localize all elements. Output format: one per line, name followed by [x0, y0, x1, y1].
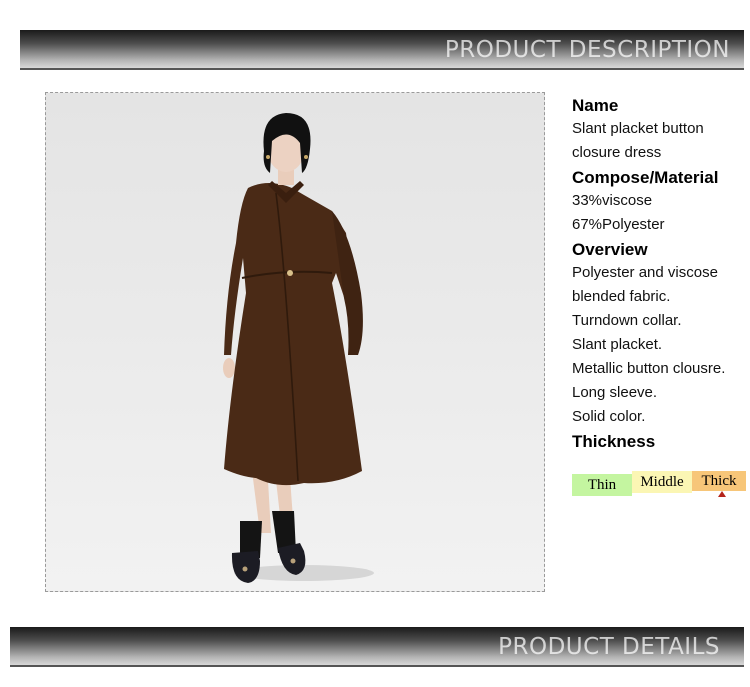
overview-line: Long sleeve.: [572, 384, 658, 401]
name-line: Slant placket button: [572, 120, 704, 137]
overview-line: Polyester and viscose: [572, 264, 718, 281]
name-line: closure dress: [572, 144, 662, 161]
name-heading: Name: [572, 96, 619, 115]
material-line: 67%Polyester: [572, 216, 665, 233]
product-description-title: PRODUCT DESCRIPTION: [444, 37, 730, 63]
thickness-middle: Middle: [632, 471, 692, 493]
product-details-banner: PRODUCT DETAILS: [10, 627, 744, 667]
model-illustration: [223, 113, 374, 583]
product-details-title: PRODUCT DETAILS: [498, 634, 720, 660]
thickness-heading: Thickness: [572, 432, 656, 451]
overview-line: Solid color.: [572, 408, 646, 425]
overview-line: blended fabric.: [572, 288, 671, 305]
overview-line: Turndown collar.: [572, 312, 682, 329]
product-description-banner: PRODUCT DESCRIPTION: [20, 30, 744, 70]
thickness-thin: Thin: [572, 474, 632, 496]
overview-value: Polyester and viscose blended fabric. Tu…: [572, 261, 747, 429]
thickness-thick: Thick: [692, 471, 746, 491]
product-info: Name Slant placket button closure dress …: [572, 95, 747, 453]
material-value: 33%viscose 67%Polyester: [572, 189, 747, 237]
material-heading: Compose/Material: [572, 168, 719, 187]
overview-line: Metallic button clousre.: [572, 360, 726, 377]
overview-heading: Overview: [572, 240, 648, 259]
product-photo: [45, 92, 545, 592]
selected-marker-icon: [718, 491, 726, 497]
thickness-scale: Thin Middle Thick: [572, 471, 746, 497]
name-value: Slant placket button closure dress: [572, 117, 747, 165]
material-line: 33%viscose: [572, 192, 653, 209]
overview-line: Slant placket.: [572, 336, 663, 353]
